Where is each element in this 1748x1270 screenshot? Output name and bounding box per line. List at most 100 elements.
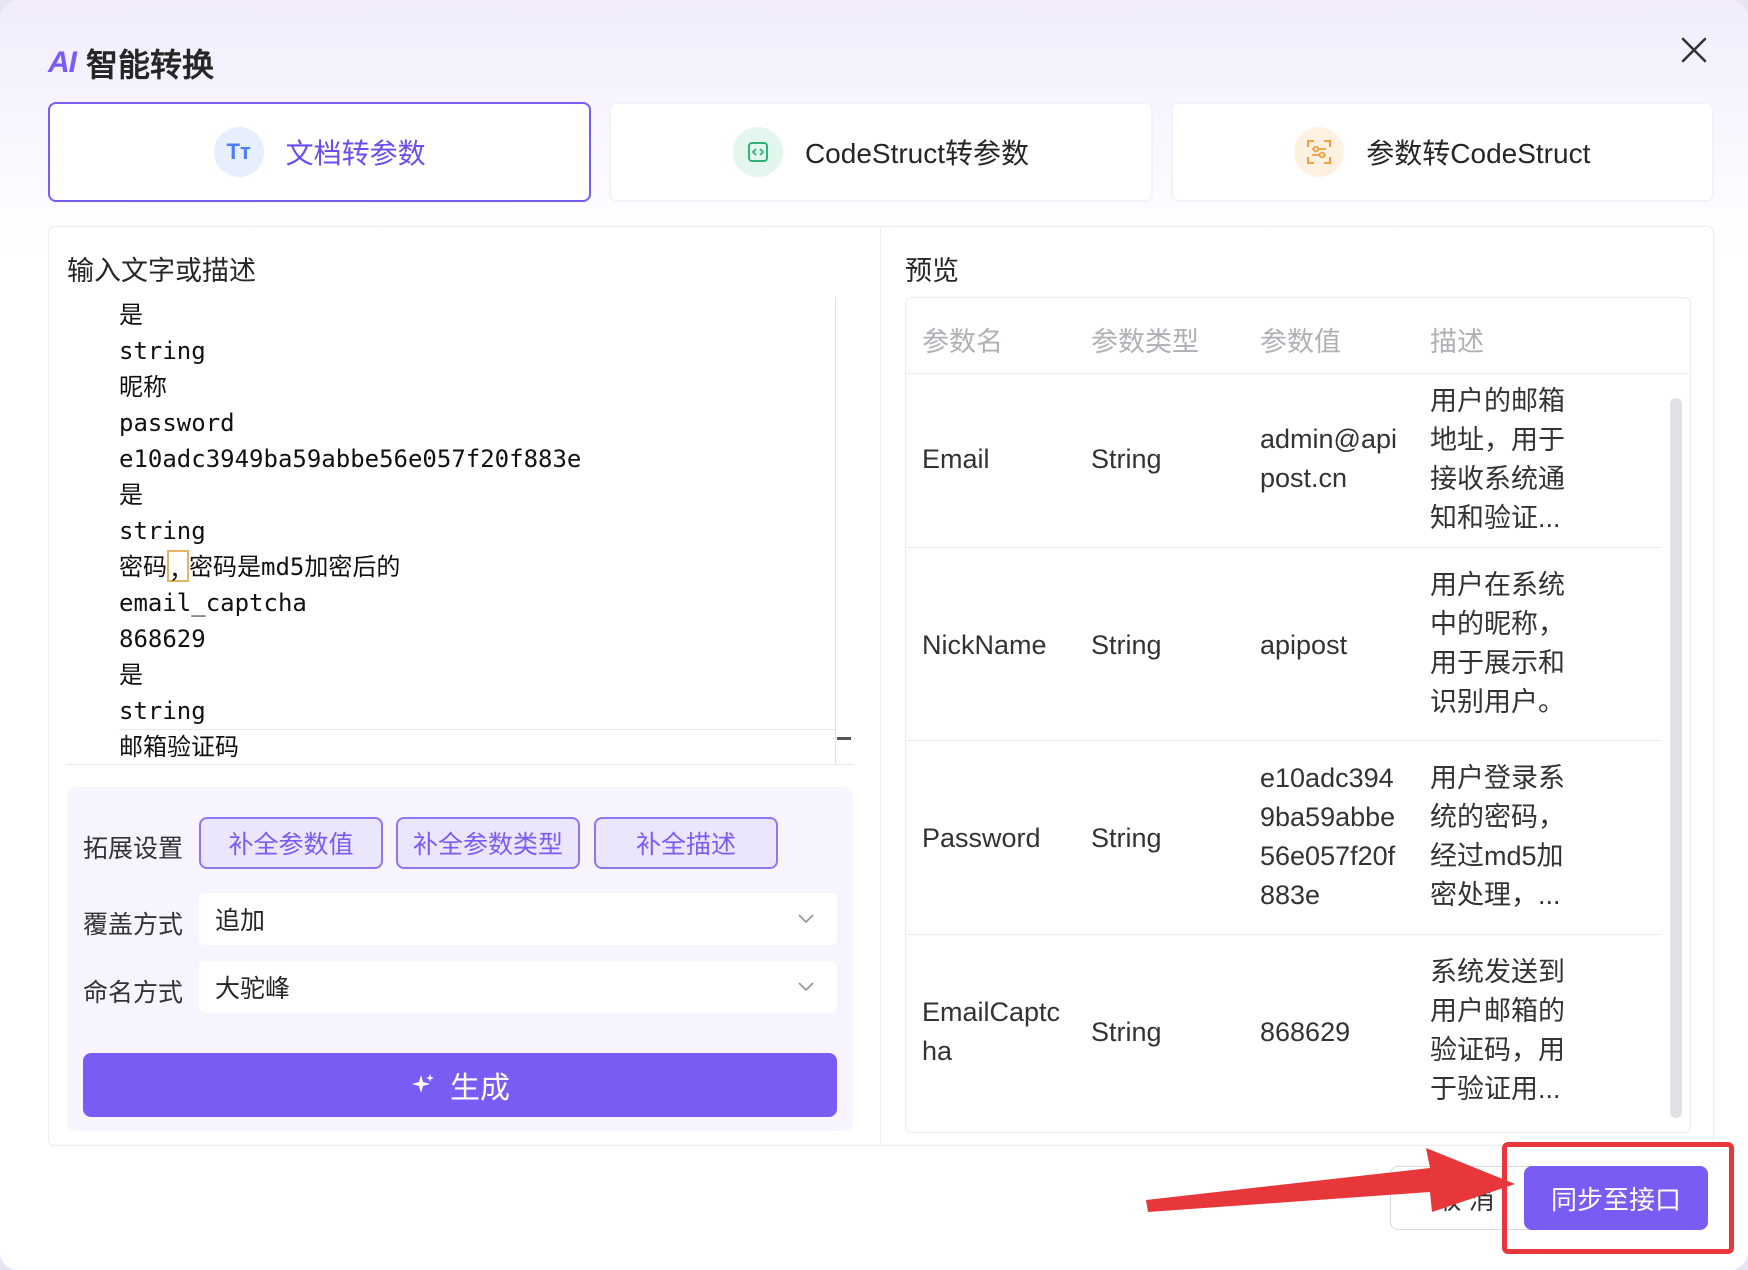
editor-line: string <box>119 513 581 549</box>
table-row[interactable]: NickName String apipost 用户在系统中的昵称，用于展示和识… <box>906 548 1662 741</box>
param-value-cell: admin@apipost.cn <box>1260 420 1397 498</box>
param-desc-cell: 用户在系统中的昵称，用于展示和识别用户。 <box>1430 566 1565 722</box>
param-type-cell: String <box>1091 440 1162 479</box>
naming-mode-label: 命名方式 <box>83 973 183 1009</box>
table-header: 参数名 参数类型 参数值 描述 <box>906 298 1691 374</box>
dialog-header: AI 智能转换 <box>48 38 214 88</box>
cell-line: 知和验证... <box>1430 499 1565 538</box>
editor-line: password <box>119 405 581 441</box>
cell-line: 用户邮箱的 <box>1430 992 1565 1031</box>
cell-line: apipost <box>1260 626 1347 665</box>
text-editor[interactable]: 是 string 昵称 password e10adc3949ba59abbe5… <box>67 297 853 765</box>
editor-line: 昵称 <box>119 369 581 405</box>
param-type-cell: String <box>1091 626 1162 665</box>
tab-label: 文档转参数 <box>286 132 426 172</box>
cell-line: 9ba59abbe <box>1260 798 1395 837</box>
sparkle-icon <box>410 1072 436 1098</box>
mode-tabs: Tт 文档转参数 CodeStruct转参数 参数转CodeStruct <box>48 102 1714 202</box>
cell-line: Password <box>922 819 1041 858</box>
cell-line: 于验证用... <box>1430 1070 1565 1109</box>
tab-codestruct-to-params[interactable]: CodeStruct转参数 <box>609 102 1152 202</box>
editor-line: 密码，密码是md5加密后的 <box>119 549 581 585</box>
cover-mode-select[interactable]: 追加 <box>199 893 837 945</box>
generate-button[interactable]: 生成 <box>83 1053 837 1117</box>
annotation-highlight-box <box>1502 1142 1734 1254</box>
tab-label: CodeStruct转参数 <box>805 132 1029 172</box>
cover-mode-value: 追加 <box>215 901 265 937</box>
cell-line: 中的昵称， <box>1430 605 1565 644</box>
cell-line: 883e <box>1260 876 1395 915</box>
param-type-cell: String <box>1091 1013 1162 1052</box>
column-header: 参数名 <box>922 320 1003 359</box>
input-label: 输入文字或描述 <box>67 249 256 288</box>
editor-scrollbar[interactable] <box>835 297 853 765</box>
scroll-marker <box>837 737 851 740</box>
editor-line: string <box>119 693 581 729</box>
editor-line: 868629 <box>119 621 581 657</box>
cell-line: 验证码，用 <box>1430 1031 1565 1070</box>
smart-convert-dialog: AI 智能转换 Tт 文档转参数 CodeStruct转参数 参数转CodeSt… <box>0 0 1748 1270</box>
preview-label: 预览 <box>905 249 959 288</box>
param-name-cell: NickName <box>922 626 1047 665</box>
editor-line: email_captcha <box>119 585 581 621</box>
preview-scrollbar[interactable] <box>1670 398 1682 1118</box>
param-name-cell: Password <box>922 819 1041 858</box>
param-desc-cell: 系统发送到用户邮箱的验证码，用于验证用... <box>1430 953 1565 1109</box>
editor-text: 密码是md5加密后的 <box>189 553 400 581</box>
code-icon <box>733 127 783 177</box>
cell-line: NickName <box>922 626 1047 665</box>
chevron-down-icon <box>795 975 817 997</box>
cell-line: post.cn <box>1260 459 1397 498</box>
cell-line: ha <box>922 1032 1060 1071</box>
editor-text: 密码 <box>119 553 167 581</box>
cell-line: 密处理，... <box>1430 876 1565 915</box>
naming-mode-value: 大驼峰 <box>215 969 290 1005</box>
dialog-title: 智能转换 <box>86 40 214 86</box>
param-desc-cell: 用户登录系统的密码，经过md5加密处理，... <box>1430 759 1565 915</box>
fill-param-types-button[interactable]: 补全参数类型 <box>396 817 580 869</box>
fill-param-values-button[interactable]: 补全参数值 <box>199 817 383 869</box>
generate-label: 生成 <box>450 1063 510 1107</box>
editor-line: 是 <box>119 297 581 333</box>
editor-line: string <box>119 333 581 369</box>
param-value-cell: apipost <box>1260 626 1347 665</box>
ai-logo-icon: AI <box>48 46 76 80</box>
cell-line: 地址，用于 <box>1430 421 1565 460</box>
scan-icon <box>1294 127 1344 177</box>
cell-line: 经过md5加 <box>1430 837 1565 876</box>
extension-label: 拓展设置 <box>83 829 183 865</box>
cell-line: 系统发送到 <box>1430 953 1565 992</box>
chevron-down-icon <box>795 907 817 929</box>
param-value-cell: 868629 <box>1260 1013 1350 1052</box>
tab-doc-to-params[interactable]: Tт 文档转参数 <box>48 102 591 202</box>
tab-params-to-codestruct[interactable]: 参数转CodeStruct <box>1171 102 1714 202</box>
table-row[interactable]: Email String admin@apipost.cn 用户的邮箱地址，用于… <box>906 374 1662 548</box>
fill-descriptions-button[interactable]: 补全描述 <box>594 817 778 869</box>
editor-line: 是 <box>119 477 581 513</box>
close-icon <box>1676 32 1712 68</box>
column-header: 参数类型 <box>1091 320 1199 359</box>
cell-line: Email <box>922 440 990 479</box>
text-cursor-highlight: ， <box>167 550 189 582</box>
text-format-icon: Tт <box>214 127 264 177</box>
preview-pane: 预览 参数名 参数类型 参数值 描述 Email String admin@ap… <box>881 227 1713 1145</box>
cell-line: 统的密码， <box>1430 798 1565 837</box>
table-row[interactable]: Password String e10adc3949ba59abbe56e057… <box>906 741 1662 935</box>
current-line-highlight <box>119 729 835 765</box>
preview-table: 参数名 参数类型 参数值 描述 Email String admin@apipo… <box>905 297 1691 1133</box>
editor-line: 是 <box>119 657 581 693</box>
cell-line: admin@api <box>1260 420 1397 459</box>
column-header: 描述 <box>1430 320 1484 359</box>
cell-line: EmailCaptc <box>922 993 1060 1032</box>
naming-mode-select[interactable]: 大驼峰 <box>199 961 837 1013</box>
cell-line: e10adc394 <box>1260 759 1395 798</box>
table-row[interactable]: EmailCaptcha String 868629 系统发送到用户邮箱的验证码… <box>906 935 1662 1129</box>
close-button[interactable] <box>1676 32 1712 68</box>
cell-line: 用户在系统 <box>1430 566 1565 605</box>
cell-line: 用户登录系 <box>1430 759 1565 798</box>
param-value-cell: e10adc3949ba59abbe56e057f20f883e <box>1260 759 1395 915</box>
param-type-cell: String <box>1091 819 1162 858</box>
input-pane: 输入文字或描述 是 string 昵称 password e10adc3949b… <box>49 227 881 1145</box>
cell-line: 接收系统通 <box>1430 460 1565 499</box>
convert-panel: 输入文字或描述 是 string 昵称 password e10adc3949b… <box>48 226 1714 1146</box>
